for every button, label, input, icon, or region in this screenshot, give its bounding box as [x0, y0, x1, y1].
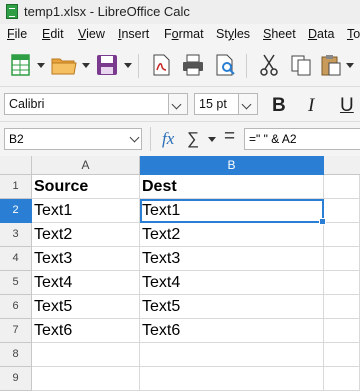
cell-c3[interactable] [324, 223, 360, 247]
underline-button[interactable]: U [340, 95, 354, 117]
formula-bar: B2 fx ∑ = =" " & A2 [0, 122, 360, 157]
standard-toolbar [0, 46, 360, 87]
select-all-corner[interactable] [0, 156, 32, 175]
toolbar-separator [246, 54, 247, 78]
font-size-combo[interactable]: 15 pt [194, 93, 258, 115]
window-title: temp1.xlsx - LibreOffice Calc [24, 4, 190, 19]
cell-b8[interactable] [140, 343, 324, 367]
cell-a5[interactable]: Text4 [32, 271, 140, 295]
cell-b4[interactable]: Text3 [140, 247, 324, 271]
cell-b2[interactable]: Text1 [140, 199, 324, 223]
cell-c2[interactable] [324, 199, 360, 223]
formula-value: =" " & A2 [249, 132, 297, 146]
cell-c5[interactable] [324, 271, 360, 295]
spreadsheet-grid[interactable]: A B 1 Source Dest 2 Text1 Text1 3 Text2 … [0, 156, 360, 391]
cut-icon[interactable] [256, 52, 282, 78]
cell-c8[interactable] [324, 343, 360, 367]
font-size-value: 15 pt [199, 97, 227, 111]
font-name-value: Calibri [9, 97, 45, 111]
toolbar-separator [150, 127, 151, 151]
chevron-down-icon[interactable] [238, 94, 257, 114]
chevron-down-icon[interactable] [129, 132, 140, 143]
cell-c6[interactable] [324, 295, 360, 319]
italic-button[interactable]: I [308, 95, 314, 117]
menu-data[interactable]: Data [308, 27, 334, 41]
row-header[interactable]: 5 [0, 271, 32, 295]
menu-insert[interactable]: Insert [118, 27, 149, 41]
row-header[interactable]: 1 [0, 175, 32, 199]
cell-a6[interactable]: Text5 [32, 295, 140, 319]
print-preview-icon[interactable] [212, 52, 238, 78]
cell-a7[interactable]: Text6 [32, 319, 140, 343]
menu-sheet[interactable]: Sheet [263, 27, 296, 41]
column-header-b[interactable]: B [140, 156, 324, 175]
save-dropdown-arrow[interactable] [124, 63, 132, 68]
cell-a3[interactable]: Text2 [32, 223, 140, 247]
title-bar: temp1.xlsx - LibreOffice Calc [0, 0, 360, 24]
cell-c4[interactable] [324, 247, 360, 271]
formula-input[interactable]: =" " & A2 [244, 128, 360, 150]
open-dropdown-arrow[interactable] [82, 63, 90, 68]
name-box-value: B2 [9, 132, 24, 146]
function-wizard-icon[interactable]: fx [162, 129, 174, 149]
formatting-toolbar: Calibri 15 pt B I U [0, 87, 360, 122]
formula-equals-icon[interactable]: = [224, 126, 235, 148]
cell-b5[interactable]: Text4 [140, 271, 324, 295]
toolbar-separator [138, 54, 139, 78]
copy-icon[interactable] [288, 52, 314, 78]
sum-icon[interactable]: ∑ [187, 129, 199, 149]
cell-a1[interactable]: Source [32, 175, 140, 199]
print-icon[interactable] [180, 52, 206, 78]
column-header-a[interactable]: A [32, 156, 140, 175]
paste-icon[interactable] [318, 52, 344, 78]
open-folder-icon[interactable] [50, 52, 77, 78]
export-pdf-icon[interactable] [148, 52, 174, 78]
row-header[interactable]: 6 [0, 295, 32, 319]
cell-a2[interactable]: Text1 [32, 199, 140, 223]
menu-bar: File Edit View Insert Format Styles Shee… [0, 24, 360, 46]
chevron-down-icon[interactable] [168, 94, 187, 114]
cell-b3[interactable]: Text2 [140, 223, 324, 247]
new-dropdown-arrow[interactable] [37, 63, 45, 68]
menu-tools[interactable]: To [347, 27, 360, 41]
cell-b7[interactable]: Text6 [140, 319, 324, 343]
row-header[interactable]: 2 [0, 199, 32, 223]
cell-b1[interactable]: Dest [140, 175, 324, 199]
bold-button[interactable]: B [272, 95, 286, 117]
menu-file[interactable]: File [7, 27, 27, 41]
cell-c7[interactable] [324, 319, 360, 343]
column-header-c[interactable] [324, 156, 360, 175]
name-box[interactable]: B2 [4, 128, 142, 150]
save-icon[interactable] [94, 52, 120, 78]
new-spreadsheet-icon[interactable] [8, 52, 34, 78]
cell-a8[interactable] [32, 343, 140, 367]
row-header[interactable]: 8 [0, 343, 32, 367]
menu-view[interactable]: View [78, 27, 105, 41]
paste-dropdown-arrow[interactable] [346, 63, 354, 68]
menu-styles[interactable]: Styles [216, 27, 250, 41]
row-header[interactable]: 3 [0, 223, 32, 247]
font-name-combo[interactable]: Calibri [4, 93, 188, 115]
row-header[interactable]: 4 [0, 247, 32, 271]
menu-edit[interactable]: Edit [42, 27, 64, 41]
cell-b6[interactable]: Text5 [140, 295, 324, 319]
cell-a4[interactable]: Text3 [32, 247, 140, 271]
calc-app-icon [6, 4, 18, 19]
sum-dropdown-arrow[interactable] [208, 137, 216, 142]
row-header[interactable]: 7 [0, 319, 32, 343]
cell-c1[interactable] [324, 175, 360, 199]
menu-format[interactable]: Format [164, 27, 204, 41]
